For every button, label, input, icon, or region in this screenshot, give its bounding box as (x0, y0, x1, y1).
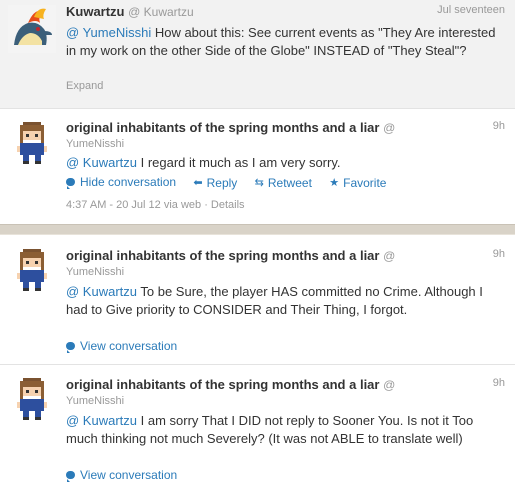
retweet-label: Retweet (267, 175, 312, 190)
author-name[interactable]: Kuwartzu (66, 4, 125, 19)
expand-link[interactable]: Expand (66, 80, 103, 92)
view-conversation-link[interactable]: View conversation (66, 468, 177, 482)
author-handle-prefix[interactable]: @ (383, 249, 395, 263)
tweet-original[interactable]: Kuwartzu @ Kuwartzu Jul seventeen @ Yume… (0, 0, 515, 108)
view-conversation-label: View conversation (80, 468, 178, 482)
tweet-time[interactable]: Jul seventeen (437, 4, 505, 16)
tweet-actions: Hide conversation ⬅ Reply ⇆ Retweet ★ Favor… (66, 175, 400, 190)
tweet-item[interactable]: original inhabitants of the spring month… (0, 236, 515, 364)
tweet-body: I regard it much as I am very sorry. (137, 155, 341, 170)
tweet-text: @ Kuwartzu To be Sure, the player HAS co… (66, 283, 503, 318)
conversation-bubble-icon (66, 342, 75, 353)
favorite-button[interactable]: ★ Favorite (329, 176, 386, 190)
mention-link[interactable]: @ Kuwartzu (66, 284, 137, 299)
pixel-girl-avatar-icon[interactable] (8, 375, 56, 423)
tweet-header: original inhabitants of the spring month… (66, 120, 505, 138)
reply-arrow-icon: ⬅ (193, 177, 203, 189)
star-icon: ★ (329, 177, 340, 189)
author-name[interactable]: original inhabitants of the spring month… (66, 120, 379, 135)
author-handle[interactable]: YumeNisshi (66, 266, 124, 278)
view-conversation-label: View conversation (80, 339, 178, 353)
reply-label: Reply (206, 175, 238, 190)
tweet-item[interactable]: original inhabitants of the spring month… (0, 365, 515, 492)
tweet-header: original inhabitants of the spring month… (66, 377, 505, 395)
conversation-bubble-icon (66, 178, 75, 189)
mention-link[interactable]: @ Kuwartzu (66, 413, 137, 428)
mention-link[interactable]: @ YumeNisshi (66, 25, 151, 40)
pixel-girl-avatar-icon[interactable] (8, 119, 56, 167)
author-handle[interactable]: @ Kuwartzu (128, 5, 194, 19)
tweet-text: @ Kuwartzu I am sorry That I DID not rep… (66, 412, 503, 447)
retweet-icon: ⇆ (254, 177, 264, 189)
pixel-girl-avatar-icon[interactable] (8, 246, 56, 294)
view-conversation-link[interactable]: View conversation (66, 339, 177, 353)
hide-conversation-label: Hide conversation (80, 175, 177, 189)
tweet-expanded[interactable]: original inhabitants of the spring month… (0, 109, 515, 224)
tweet-time[interactable]: 9h (493, 377, 505, 389)
author-handle[interactable]: YumeNisshi (66, 395, 124, 407)
mention-link[interactable]: @ Kuwartzu (66, 155, 137, 170)
tweet-meta[interactable]: 4:37 AM - 20 Jul 12 via web · Details (66, 199, 245, 211)
tweet-text: @ YumeNisshi How about this: See current… (66, 24, 503, 59)
tweet-header: Kuwartzu @ Kuwartzu Jul seventeen (66, 4, 505, 22)
tweet-time[interactable]: 9h (493, 120, 505, 132)
author-handle-prefix[interactable]: @ (383, 121, 395, 135)
section-divider (0, 224, 515, 235)
author-handle[interactable]: YumeNisshi (66, 138, 124, 150)
reply-button[interactable]: ⬅ Reply (193, 176, 237, 190)
author-name[interactable]: original inhabitants of the spring month… (66, 377, 379, 392)
dragon-avatar-icon[interactable] (8, 5, 56, 53)
tweet-time[interactable]: 9h (493, 248, 505, 260)
author-handle-prefix[interactable]: @ (383, 378, 395, 392)
retweet-button[interactable]: ⇆ Retweet (255, 176, 312, 190)
hide-conversation-link[interactable]: Hide conversation (66, 175, 176, 189)
tweet-header: original inhabitants of the spring month… (66, 248, 505, 266)
author-name[interactable]: original inhabitants of the spring month… (66, 248, 379, 263)
tweet-text: @ Kuwartzu I regard it much as I am very… (66, 154, 503, 172)
conversation-bubble-icon (66, 471, 75, 482)
favorite-label: Favorite (343, 175, 387, 190)
